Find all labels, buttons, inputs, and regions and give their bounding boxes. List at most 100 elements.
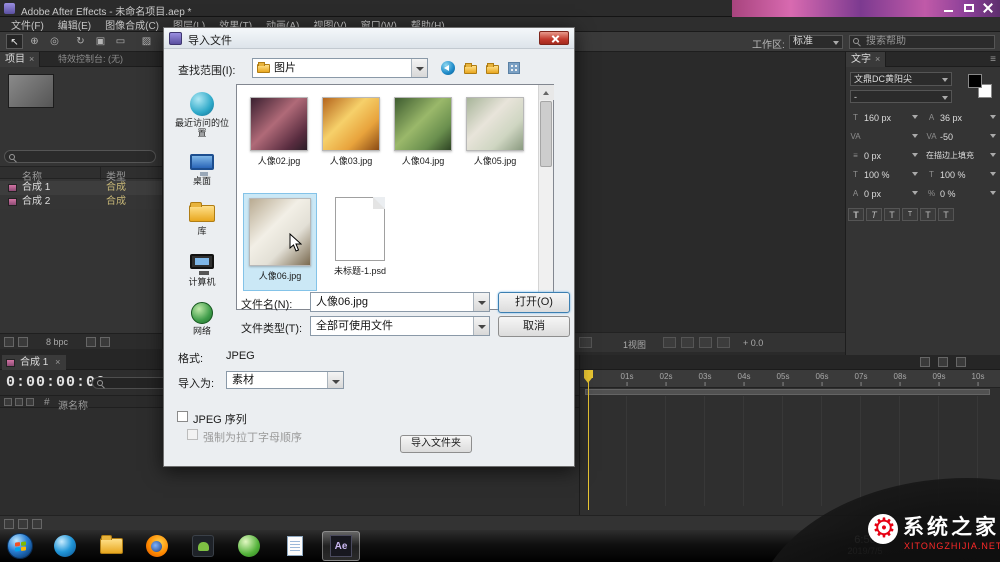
panel-menu-icon[interactable]: ≡ — [990, 52, 996, 67]
dropdown-icon[interactable] — [473, 293, 489, 311]
dialog-titlebar[interactable]: 导入文件 — [164, 28, 574, 49]
project-search-input[interactable] — [4, 150, 156, 163]
interpret-footage-icon[interactable] — [4, 337, 14, 347]
place-recent[interactable]: 最近访问的位置 — [172, 92, 232, 138]
selection-tool-icon[interactable]: ↖ — [6, 34, 23, 49]
mask-shape-tool-icon[interactable]: ▨ — [138, 34, 155, 49]
small-caps-toggle[interactable]: T — [902, 208, 918, 221]
grid-icon[interactable] — [663, 337, 676, 348]
import-folder-button[interactable]: 导入文件夹 — [400, 435, 472, 453]
mask-visibility-icon[interactable] — [579, 337, 592, 348]
file-list[interactable]: 人像02.jpg 人像03.jpg 人像04.jpg 人像05.jpg 人像06… — [236, 84, 554, 310]
project-item-row[interactable]: 合成 1 合成 — [0, 181, 162, 195]
zoom-tool-icon[interactable]: ◎ — [46, 34, 63, 49]
graph-editor-icon[interactable] — [956, 357, 966, 367]
taskbar-browser-icon[interactable] — [46, 531, 84, 561]
fill-mode-select[interactable]: 在描边上填充 — [924, 148, 998, 164]
hand-tool-icon[interactable]: ⊕ — [26, 34, 43, 49]
trash-icon[interactable] — [100, 337, 110, 347]
new-composition-icon[interactable] — [86, 337, 96, 347]
stroke-width-field[interactable]: ≡ 0 px — [848, 148, 920, 164]
dropdown-icon[interactable] — [411, 59, 427, 77]
tab-effect-controls[interactable]: 特效控制台: (无) — [58, 52, 123, 67]
all-caps-toggle[interactable]: T — [884, 208, 900, 221]
start-button[interactable] — [7, 533, 33, 559]
horizontal-scale-field[interactable]: T 100 % — [924, 167, 998, 183]
tab-close-icon[interactable]: × — [55, 357, 60, 367]
channel-icon[interactable] — [699, 337, 712, 348]
file-type-select[interactable]: 全部可使用文件 — [310, 316, 490, 336]
frame-blend-icon[interactable] — [920, 357, 930, 367]
kerning-field[interactable]: VA — [848, 129, 920, 145]
current-timecode[interactable]: 0:00:00:00 — [6, 374, 106, 391]
up-one-level-button[interactable] — [460, 58, 480, 77]
taskbar-document-app-icon[interactable] — [276, 531, 314, 561]
place-network[interactable]: 网络 — [172, 302, 232, 336]
taskbar-explorer-icon[interactable] — [92, 531, 130, 561]
file-name-input[interactable]: 人像06.jpg — [310, 292, 490, 312]
scrollbar-thumb[interactable] — [540, 101, 552, 167]
file-item[interactable]: 未标题-1.psd — [323, 197, 397, 277]
file-item[interactable]: 人像03.jpg — [318, 97, 384, 167]
menu-file[interactable]: 文件(F) — [4, 17, 51, 32]
source-name-column[interactable]: 源名称 — [58, 397, 88, 412]
dialog-close-button[interactable] — [539, 31, 569, 45]
file-item[interactable]: 人像02.jpg — [246, 97, 312, 167]
work-area-bar[interactable] — [585, 389, 990, 395]
current-time-indicator[interactable] — [584, 370, 593, 510]
motion-blur-icon[interactable] — [938, 357, 948, 367]
open-button[interactable]: 打开(O) — [498, 292, 570, 313]
file-item[interactable]: 人像04.jpg — [390, 97, 456, 167]
help-search-input[interactable]: 搜索帮助 — [849, 35, 995, 49]
fill-color-swatch[interactable] — [968, 74, 982, 88]
superscript-toggle[interactable]: T — [920, 208, 936, 221]
look-in-select[interactable]: 图片 — [252, 58, 428, 78]
file-item-selected[interactable]: 人像06.jpg — [243, 193, 317, 291]
menu-edit[interactable]: 编辑(E) — [51, 17, 98, 32]
close-window-button[interactable] — [979, 2, 997, 15]
color-depth-button[interactable]: 8 bpc — [46, 337, 68, 347]
tab-close-icon[interactable]: × — [875, 54, 880, 64]
faux-italic-toggle[interactable]: T — [866, 208, 882, 221]
jpeg-sequence-checkbox[interactable] — [177, 411, 188, 422]
taskbar-firefox-icon[interactable] — [138, 531, 176, 561]
tab-close-icon[interactable]: × — [29, 54, 34, 64]
new-folder-button[interactable] — [482, 58, 502, 77]
vertical-scale-field[interactable]: T 100 % — [848, 167, 920, 183]
font-size-field[interactable]: T 160 px — [848, 110, 920, 126]
tab-character[interactable]: 文字× — [846, 52, 886, 67]
pan-behind-tool-icon[interactable]: ▭ — [112, 34, 129, 49]
faux-bold-toggle[interactable]: T — [848, 208, 864, 221]
file-item[interactable]: 人像05.jpg — [462, 97, 528, 167]
import-as-select[interactable]: 素材 — [226, 371, 344, 389]
ruler-icon[interactable] — [681, 337, 694, 348]
scroll-up-icon[interactable] — [539, 85, 554, 100]
taskbar-android-app-icon[interactable] — [184, 531, 222, 561]
font-family-select[interactable]: 文鼎DC黄阳尖 — [850, 72, 952, 86]
dropdown-icon[interactable] — [327, 372, 343, 388]
new-folder-icon[interactable] — [18, 337, 28, 347]
subscript-toggle[interactable]: T — [938, 208, 954, 221]
workspace-select[interactable]: 标准 — [789, 35, 843, 49]
dropdown-icon[interactable] — [473, 317, 489, 335]
camera-tool-icon[interactable]: ▣ — [92, 34, 109, 49]
maximize-button[interactable] — [960, 2, 978, 15]
menu-composition[interactable]: 图像合成(C) — [98, 17, 166, 32]
tab-composition-1[interactable]: 合成 1 × — [2, 355, 66, 370]
tsume-field[interactable]: % 0 % — [924, 186, 998, 202]
minimize-button[interactable] — [940, 2, 958, 15]
taskbar-after-effects-icon[interactable]: Ae — [322, 531, 360, 561]
back-button[interactable] — [438, 58, 458, 77]
baseline-shift-field[interactable]: A 0 px — [848, 186, 920, 202]
place-libraries[interactable]: 库 — [172, 200, 232, 236]
resolution-icon[interactable] — [717, 337, 730, 348]
place-desktop[interactable]: 桌面 — [172, 150, 232, 186]
view-mode-select[interactable]: 1视图 — [623, 338, 646, 351]
project-item-row[interactable]: 合成 2 合成 — [0, 195, 162, 209]
rotate-tool-icon[interactable]: ↻ — [72, 34, 89, 49]
time-ruler[interactable]: 01s 02s 03s 04s 05s 06s 07s 08s 09s 10s — [580, 370, 1000, 388]
scrollbar[interactable] — [538, 85, 553, 309]
leading-field[interactable]: A 36 px — [924, 110, 998, 126]
place-computer[interactable]: 计算机 — [172, 250, 232, 287]
font-style-select[interactable]: - — [850, 90, 952, 103]
